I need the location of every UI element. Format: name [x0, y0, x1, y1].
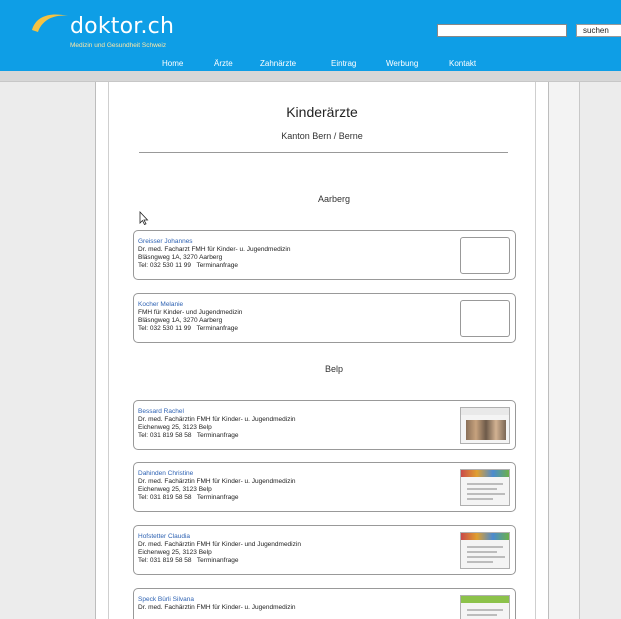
- nav-kontakt[interactable]: Kontakt: [449, 59, 476, 68]
- doctor-phone: Tel: 032 530 11 99: [138, 325, 192, 332]
- main-nav: Home Ärzte Zahnärzte Eintrag Werbung Kon…: [0, 59, 621, 71]
- doctor-name-link[interactable]: Kocher Melanie: [138, 301, 183, 309]
- doctor-phone: Tel: 031 819 58 58: [138, 494, 192, 501]
- doctor-address: Bläsngweg 1A, 3270 Aarberg: [138, 317, 223, 324]
- doctor-phone: Tel: 031 819 58 58: [138, 432, 192, 439]
- doctor-name-link[interactable]: Hofstetter Claudia: [138, 533, 190, 541]
- site-header: doktor.ch Medizin und Gesundheit Schweiz…: [0, 0, 621, 71]
- doctor-card: Kocher Melanie FMH für Kinder- und Jugen…: [133, 293, 516, 343]
- doctor-name-link[interactable]: Bessard Rachel: [138, 408, 184, 416]
- doctor-title: Dr. med. Fachärztin FMH für Kinder- und …: [138, 541, 301, 548]
- website-thumbnail[interactable]: [460, 469, 510, 506]
- appointment-link[interactable]: Terminanfrage: [197, 432, 239, 439]
- header-band: [0, 71, 621, 82]
- logo-subtitle: Medizin und Gesundheit Schweiz: [70, 42, 167, 49]
- thumbnail-placeholder: [460, 300, 510, 337]
- doctor-address: Eichenweg 25, 3123 Belp: [138, 549, 212, 556]
- doctor-contact: Tel: 031 819 58 58 Terminanfrage: [138, 557, 238, 565]
- doctor-name-link[interactable]: Speck Bürli Silvana: [138, 596, 194, 604]
- website-thumbnail[interactable]: [460, 595, 510, 619]
- nav-zahnaerzte[interactable]: Zahnärzte: [260, 59, 296, 68]
- appointment-link[interactable]: Terminanfrage: [197, 494, 239, 501]
- appointment-link[interactable]: Terminanfrage: [196, 262, 238, 269]
- doctor-name-link[interactable]: Dahinden Christine: [138, 470, 193, 478]
- website-thumbnail[interactable]: [460, 407, 510, 444]
- site-logo[interactable]: doktor.ch Medizin und Gesundheit Schweiz: [30, 8, 240, 49]
- page-title: Kinderärzte: [286, 104, 358, 120]
- logo-text: doktor.ch: [70, 14, 175, 39]
- search-button[interactable]: suchen: [576, 24, 621, 37]
- doctor-title: Dr. med. Fachärztin FMH für Kinder- u. J…: [138, 416, 296, 423]
- doctor-title: FMH für Kinder- und Jugendmedizin: [138, 309, 243, 316]
- nav-aerzte[interactable]: Ärzte: [214, 59, 233, 68]
- doctor-address: Eichenweg 25, 3123 Belp: [138, 486, 212, 493]
- photo-thumbnail-icon: [466, 420, 506, 440]
- doctor-phone: Tel: 032 530 11 99: [138, 262, 192, 269]
- website-thumbnail[interactable]: [460, 532, 510, 569]
- thumbnail-placeholder: [460, 237, 510, 274]
- doctor-address: Eichenweg 25, 3123 Belp: [138, 424, 212, 431]
- doctor-title: Dr. med. Facharzt FMH für Kinder- u. Jug…: [138, 246, 291, 253]
- doctor-card: Greisser Johannes Dr. med. Facharzt FMH …: [133, 230, 516, 280]
- page-subtitle: Kanton Bern / Berne: [281, 131, 363, 141]
- doctor-card: Dahinden Christine Dr. med. Fachärztin F…: [133, 462, 516, 512]
- doctor-contact: Tel: 032 530 11 99 Terminanfrage: [138, 262, 238, 270]
- doctor-contact: Tel: 032 530 11 99 Terminanfrage: [138, 325, 238, 333]
- doctor-card: Hofstetter Claudia Dr. med. Fachärztin F…: [133, 525, 516, 575]
- appointment-link[interactable]: Terminanfrage: [196, 325, 238, 332]
- nav-werbung[interactable]: Werbung: [386, 59, 418, 68]
- logo-swoosh-icon: [32, 14, 68, 33]
- doctor-title: Dr. med. Fachärztin FMH für Kinder- u. J…: [138, 478, 296, 485]
- doctor-card: Bessard Rachel Dr. med. Fachärztin FMH f…: [133, 400, 516, 450]
- doctor-card: Speck Bürli Silvana Dr. med. Fachärztin …: [133, 588, 516, 619]
- nav-home[interactable]: Home: [162, 59, 183, 68]
- doctor-name-link[interactable]: Greisser Johannes: [138, 238, 193, 246]
- title-divider: [139, 152, 508, 153]
- right-sidebar: [549, 82, 580, 619]
- search-input[interactable]: [437, 24, 567, 37]
- doctor-contact: Tel: 031 819 58 58 Terminanfrage: [138, 432, 238, 440]
- nav-eintrag[interactable]: Eintrag: [331, 59, 356, 68]
- section-heading-belp: Belp: [324, 364, 343, 374]
- doctor-contact: Tel: 031 819 58 58 Terminanfrage: [138, 494, 238, 502]
- mouse-cursor-icon: [139, 211, 149, 225]
- section-heading-aarberg: Aarberg: [317, 194, 351, 204]
- doctor-title: Dr. med. Fachärztin FMH für Kinder- u. J…: [138, 604, 296, 611]
- appointment-link[interactable]: Terminanfrage: [197, 557, 239, 564]
- doctor-phone: Tel: 031 819 58 58: [138, 557, 192, 564]
- doctor-address: Bläsngweg 1A, 3270 Aarberg: [138, 254, 223, 261]
